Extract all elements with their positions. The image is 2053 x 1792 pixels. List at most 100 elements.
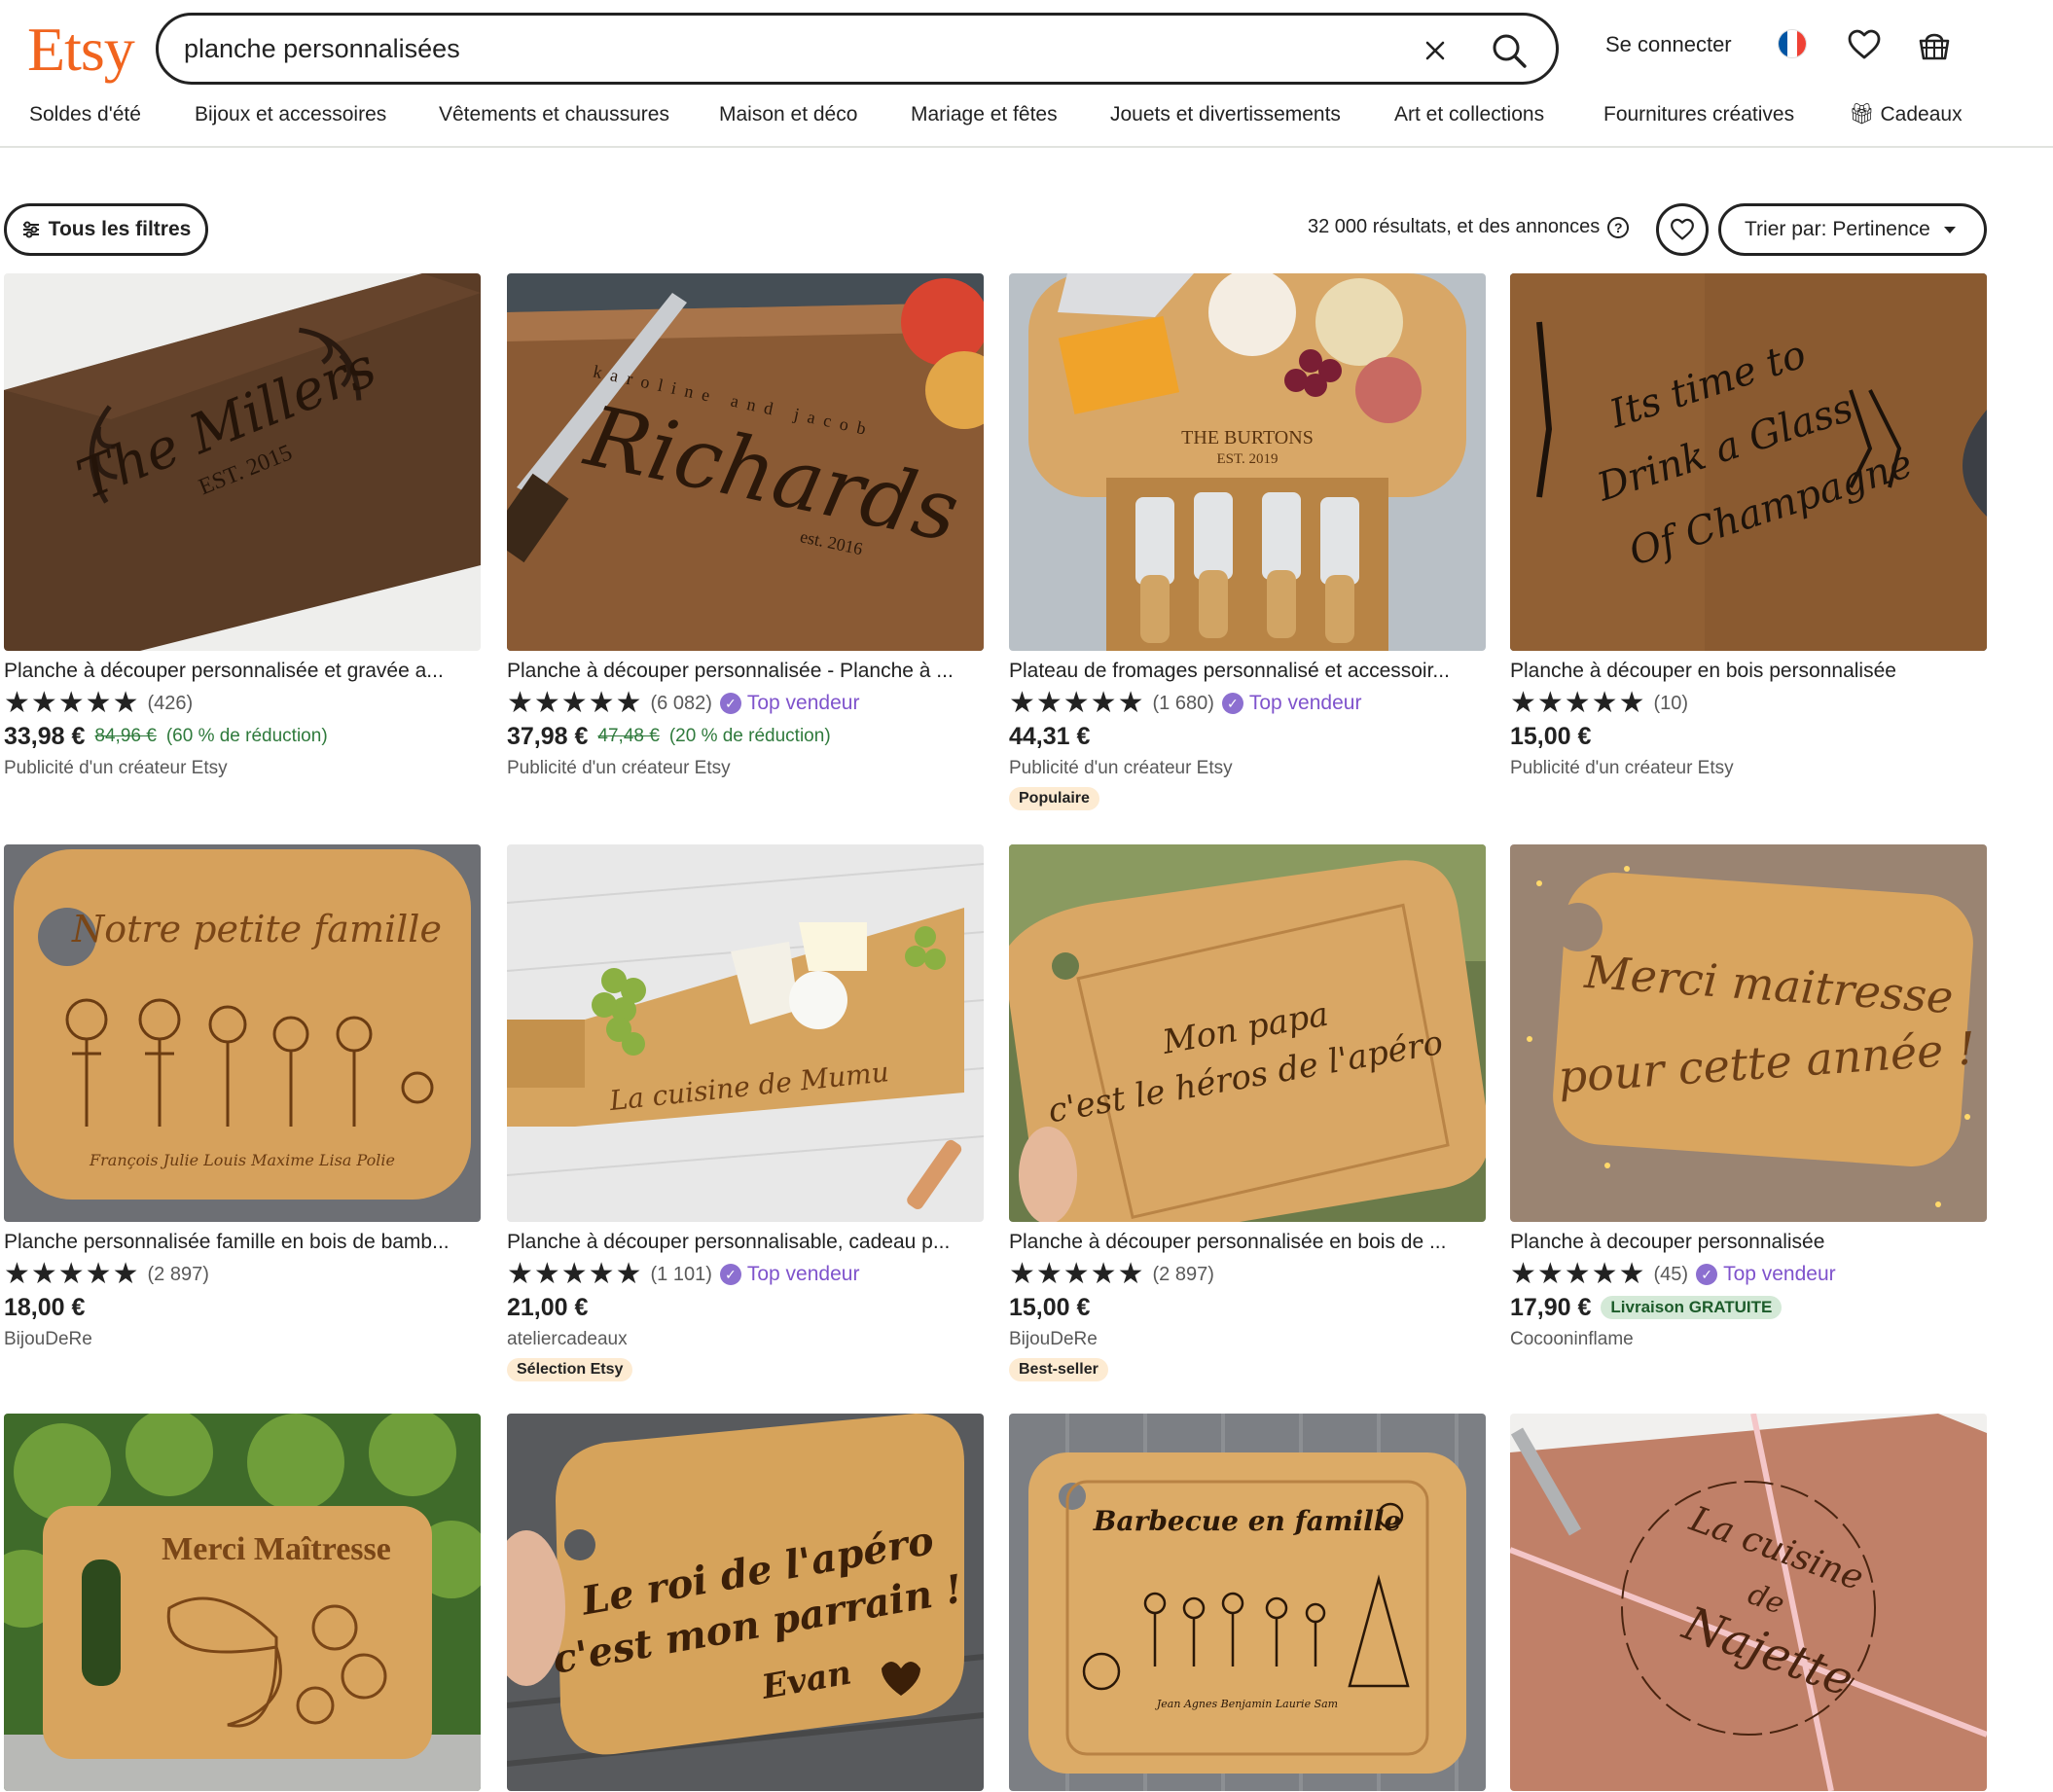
listing-card[interactable]: Merci Maîtresse	[4, 1414, 481, 1791]
price: 15,00 €	[1009, 1293, 1091, 1321]
results-count: 32 000 résultats, et des annonces ?	[1308, 216, 1630, 238]
save-search-button[interactable]	[1656, 203, 1709, 256]
help-icon[interactable]: ?	[1607, 216, 1630, 238]
nav-bijoux[interactable]: Bijoux et accessoires	[195, 103, 386, 126]
listing-title[interactable]: Planche à découper personnalisable, cade…	[507, 1230, 984, 1255]
listing-image[interactable]: The Millers EST. 2015	[4, 273, 481, 651]
listing-title[interactable]: Planche personnalisée famille en bois de…	[4, 1230, 481, 1255]
category-nav: Soldes d'été Bijoux et accessoires Vêtem…	[0, 103, 2053, 136]
nav-soldes[interactable]: Soldes d'été	[29, 103, 141, 126]
listing-image[interactable]: Merci Maîtresse	[4, 1414, 481, 1791]
site-header: Etsy Se connecter Soldes d'été Bijoux et…	[0, 0, 2053, 148]
signin-link[interactable]: Se connecter	[1605, 32, 1732, 57]
review-count: (426)	[147, 692, 194, 714]
listing-card[interactable]: THE BURTONS EST. 2019 Plateau de fromages…	[1009, 273, 1486, 810]
basket-icon[interactable]	[1917, 27, 1952, 62]
sort-dropdown[interactable]: Trier par: Pertinence	[1718, 203, 1987, 256]
original-price: 84,96 €	[94, 726, 157, 746]
listing-title[interactable]: Plateau de fromages personnalisé et acce…	[1009, 659, 1486, 684]
listing-title[interactable]: Planche à découper personnalisée et grav…	[4, 659, 481, 684]
listing-card[interactable]: Barbecue en famille Jean Agnes Benjamin L…	[1009, 1414, 1486, 1791]
listing-card[interactable]: Its time to Drink a Glass Of Champagne Pla…	[1510, 273, 1987, 779]
listing-image[interactable]: Notre petite famille François Julie Louis…	[4, 844, 481, 1222]
listing-image[interactable]: Mon papa c'est le héros de l'apéro	[1009, 844, 1486, 1222]
listing-image[interactable]: Its time to Drink a Glass Of Champagne	[1510, 273, 1987, 651]
listing-image[interactable]: La cuisine de Najette	[1510, 1414, 1987, 1791]
nav-cadeaux[interactable]: 🎁︎ Cadeaux	[1849, 103, 1963, 126]
filter-icon	[22, 221, 39, 238]
listing-price-row: 15,00 €	[1510, 721, 1987, 752]
nav-vetements[interactable]: Vêtements et chaussures	[439, 103, 669, 126]
listing-card[interactable]: Notre petite famille François Julie Louis…	[4, 844, 481, 1350]
listing-card[interactable]: karoline and jacob Richards est. 2016 Plan…	[507, 273, 984, 779]
listing-price-row: 21,00 €	[507, 1292, 984, 1323]
star-rating-icons: ★★★★★	[4, 1258, 140, 1290]
listing-rating: ★★★★★ (1 101) ✓ Top vendeur	[507, 1260, 984, 1289]
nav-fournitures[interactable]: Fournitures créatives	[1603, 103, 1794, 126]
listing-card[interactable]: Merci maitresse pour cette année ! Planch…	[1510, 844, 1987, 1350]
popular-badge: Populaire	[1009, 787, 1099, 810]
discount: (60 % de réduction)	[165, 726, 328, 746]
price: 44,31 €	[1009, 722, 1091, 750]
nav-jouets[interactable]: Jouets et divertissements	[1110, 103, 1341, 126]
price: 21,00 €	[507, 1293, 589, 1321]
seller-name: Publicité d'un créateur Etsy	[507, 758, 731, 778]
listing-card[interactable]: Mon papa c'est le héros de l'apéro Planch…	[1009, 844, 1486, 1381]
listing-rating: ★★★★★ (1 680) ✓ Top vendeur	[1009, 687, 1486, 719]
listing-title[interactable]: Planche à découper personnalisée - Planc…	[507, 659, 984, 684]
flag-fr-icon[interactable]	[1778, 29, 1807, 58]
listing-title[interactable]: Planche à découper personnalisée en bois…	[1009, 1230, 1486, 1255]
listing-image[interactable]: Merci maitresse pour cette année !	[1510, 844, 1987, 1222]
listing-image[interactable]: La cuisine de Mumu	[507, 844, 984, 1222]
listing-price-row: 44,31 €	[1009, 721, 1486, 752]
search-bar[interactable]	[156, 13, 1559, 85]
listing-card[interactable]: La cuisine de Najette	[1510, 1414, 1987, 1791]
listing-image[interactable]: THE BURTONS EST. 2019	[1009, 273, 1486, 651]
nav-cadeaux-label: Cadeaux	[1880, 103, 1963, 125]
nav-maison[interactable]: Maison et déco	[719, 103, 857, 126]
review-count: (2 897)	[147, 1263, 209, 1285]
clear-icon[interactable]	[1418, 33, 1453, 68]
seller-name: BijouDeRe	[1009, 1329, 1098, 1349]
top-seller-icon: ✓	[719, 693, 741, 714]
free-shipping-badge: Livraison GRATUITE	[1601, 1296, 1783, 1319]
engraving-text: Notre petite famille	[71, 908, 442, 950]
listing-card[interactable]: Le roi de l'apéro c'est mon parrain ! Evan	[507, 1414, 984, 1791]
top-seller-icon: ✓	[719, 1264, 741, 1285]
seller-name: Cocooninflame	[1510, 1329, 1634, 1349]
listing-rating: ★★★★★ (45) ✓ Top vendeur	[1510, 1260, 1987, 1289]
listing-image[interactable]: Barbecue en famille Jean Agnes Benjamin L…	[1009, 1414, 1486, 1791]
listing-title[interactable]: Planche à decouper personnalisée	[1510, 1230, 1987, 1255]
seller-name: Publicité d'un créateur Etsy	[1009, 758, 1233, 778]
price: 37,98 €	[507, 722, 589, 750]
nav-art[interactable]: Art et collections	[1394, 103, 1544, 126]
listing-card[interactable]: La cuisine de Mumu Planche à découper pe…	[507, 844, 984, 1381]
original-price: 47,48 €	[597, 726, 660, 746]
price: 17,90 €	[1510, 1293, 1592, 1321]
seller-name: Publicité d'un créateur Etsy	[1510, 758, 1734, 778]
listing-card[interactable]: The Millers EST. 2015 Planche à découper …	[4, 273, 481, 779]
review-count: (6 082)	[650, 692, 712, 714]
engraving-subtext: EST. 2019	[1216, 451, 1278, 467]
top-seller-icon: ✓	[1696, 1264, 1718, 1285]
listing-title[interactable]: Planche à découper en bois personnalisée	[1510, 659, 1987, 684]
review-count: (2 897)	[1152, 1263, 1214, 1285]
results-text: 32 000 résultats, et des annonces	[1308, 216, 1601, 237]
search-icon[interactable]	[1488, 29, 1531, 72]
star-rating-icons: ★★★★★	[1510, 687, 1646, 719]
listing-price-row: 37,98 € 47,48 € (20 % de réduction)	[507, 721, 984, 752]
listing-image[interactable]: Le roi de l'apéro c'est mon parrain ! Evan	[507, 1414, 984, 1791]
price: 15,00 €	[1510, 722, 1592, 750]
top-seller-icon: ✓	[1221, 693, 1243, 714]
search-input[interactable]	[184, 31, 1371, 66]
all-filters-button[interactable]: Tous les filtres	[4, 203, 208, 256]
nav-mariage[interactable]: Mariage et fêtes	[911, 103, 1058, 126]
heart-icon[interactable]	[1847, 27, 1882, 62]
etsy-logo[interactable]: Etsy	[27, 14, 135, 86]
top-seller-badge: ✓ Top vendeur	[719, 692, 859, 715]
engraving-text: THE BURTONS	[1181, 427, 1314, 448]
listing-image[interactable]: karoline and jacob Richards est. 2016	[507, 273, 984, 651]
star-rating-icons: ★★★★★	[1009, 687, 1145, 719]
listing-rating: ★★★★★ (10)	[1510, 687, 1987, 719]
engraving-subtext: François Julie Louis Maxime Lisa Polie	[89, 1151, 395, 1169]
